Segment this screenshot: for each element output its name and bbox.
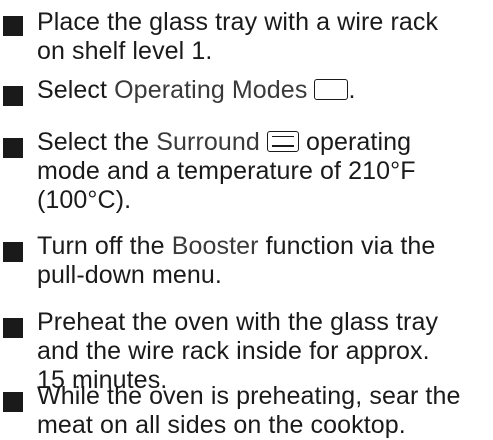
step-line: mode and a temperature of 210°F xyxy=(37,157,416,185)
bullet-square-icon xyxy=(3,16,23,36)
step-text: Select Operating Modes . xyxy=(37,76,487,105)
step-text: Place the glass tray with a wire rack on… xyxy=(37,8,487,66)
step-line: Preheat the oven with the glass tray xyxy=(37,308,439,336)
operating-modes-label: Operating Modes xyxy=(114,76,308,104)
bullet-square-icon xyxy=(3,318,23,338)
step-text: While the oven is preheating, sear the m… xyxy=(37,382,487,440)
bullet-square-icon xyxy=(3,242,23,262)
step-text-prefix: Select xyxy=(37,76,115,104)
surround-label: Surround xyxy=(156,128,260,156)
bullet-square-icon xyxy=(3,138,23,158)
step-line: (100°C). xyxy=(37,186,132,214)
step-text-suffix: function via the xyxy=(258,232,436,260)
step-line: Place the glass tray with a wire rack xyxy=(37,8,439,36)
booster-label: Booster xyxy=(171,232,259,260)
step-text-suffix: operating xyxy=(298,128,412,156)
bullet-square-icon xyxy=(3,392,23,412)
step-line: pull-down menu. xyxy=(37,261,222,289)
surround-mode-icon xyxy=(266,130,299,152)
step-text-prefix: Select the xyxy=(37,128,157,156)
step-line: on shelf level 1. xyxy=(37,37,213,65)
step-text-suffix: . xyxy=(348,76,356,104)
step-line: While the oven is preheating, sear the xyxy=(37,382,461,410)
step-text: Turn off the Booster function via the pu… xyxy=(37,232,487,290)
operating-modes-box-icon xyxy=(314,78,349,100)
bullet-square-icon xyxy=(3,86,23,106)
step-line: and the wire rack inside for approx. xyxy=(37,337,430,365)
step-text: Select the Surround operating mode and a… xyxy=(37,128,487,215)
step-text-prefix: Turn off the xyxy=(37,232,172,260)
